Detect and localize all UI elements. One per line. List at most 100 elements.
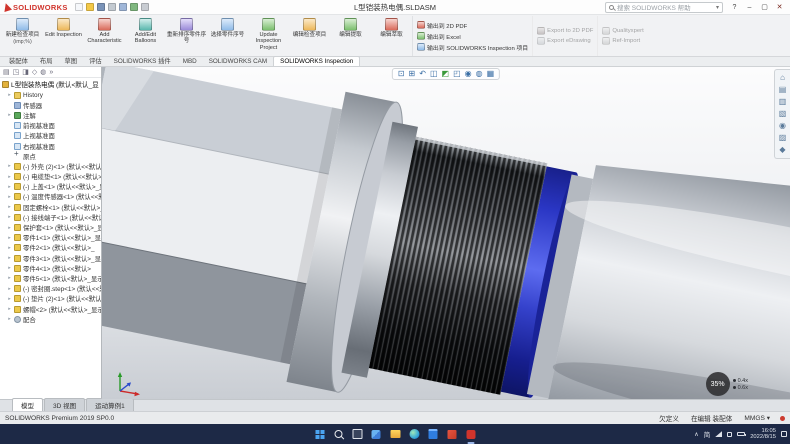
document-view-tab[interactable]: 3D 视图	[44, 398, 85, 411]
tree-item[interactable]: ▸ 保护套<1> (默认<<默认>_显示	[0, 222, 101, 232]
ribbon-export-button[interactable]: 输出到 2D PDF	[417, 21, 528, 30]
tree-item[interactable]: ▸ (-) 温度传感器<1> (默认<<默认	[0, 192, 101, 202]
design-library-icon[interactable]: ▤	[779, 86, 787, 94]
office-button[interactable]	[446, 428, 459, 441]
file-explorer-button[interactable]	[389, 428, 402, 441]
expand-arrow-icon[interactable]: ▸	[7, 235, 12, 241]
help-button[interactable]: ?	[727, 1, 742, 14]
tree-item[interactable]: ▸ 螺帽<2> (默认<<默认>_显示状	[0, 304, 101, 314]
commandmanager-tab[interactable]: 评估	[83, 55, 108, 66]
featuremanager-tab-icon[interactable]: ▤	[3, 69, 10, 76]
expand-arrow-icon[interactable]: ▸	[7, 265, 12, 271]
tree-item[interactable]: 前视基准面	[0, 121, 101, 131]
ribbon-button[interactable]: 新建检查项目 (imp;%)	[2, 16, 43, 56]
view-palette-icon[interactable]: ▧	[779, 110, 787, 118]
previous-view-icon[interactable]: ↶	[419, 70, 426, 78]
tree-item[interactable]: ▸ (-) 外壳 (2)<1> (默认<<默认>_显示状	[0, 161, 101, 171]
expand-arrow-icon[interactable]: ▸	[7, 194, 12, 200]
close-button[interactable]: ✕	[772, 1, 787, 14]
commandmanager-tab[interactable]: 装配体	[3, 55, 34, 66]
options-icon[interactable]	[141, 3, 149, 11]
notification-icon[interactable]	[781, 431, 787, 437]
commandmanager-tab[interactable]: SOLIDWORKS 插件	[108, 55, 177, 66]
maximize-button[interactable]: ▢	[757, 1, 772, 14]
thermocouple-3d-model[interactable]	[102, 67, 790, 399]
open-icon[interactable]	[86, 3, 94, 11]
configurationmanager-tab-icon[interactable]: ◨	[22, 69, 29, 76]
tree-item[interactable]: ▸ (-) 上盖<1> (默认<<默认>_显示状	[0, 182, 101, 192]
tree-item[interactable]: ▸ 零件4<1> (默认<<默认>	[0, 263, 101, 273]
ribbon-button[interactable]: Update Inspection Project	[248, 16, 289, 56]
zoom-fit-icon[interactable]: ⊡	[398, 70, 405, 78]
tree-item[interactable]: 原点	[0, 151, 101, 161]
tree-item[interactable]: 上视基准面	[0, 131, 101, 141]
assembly-root-item[interactable]: L型铠装热电偶 (默认<默认_显示状态-1>)	[0, 78, 101, 90]
tree-item[interactable]: ▸ (-) 接线端子<1> (默认<<默认>_	[0, 212, 101, 222]
battery-icon[interactable]	[737, 432, 745, 437]
network-icon[interactable]	[715, 431, 722, 437]
ribbon-button[interactable]: Add Characteristic	[84, 16, 125, 56]
file-explorer-icon[interactable]: ▥	[779, 98, 787, 106]
dimxpert-tab-icon[interactable]: ◇	[32, 69, 37, 76]
start-button[interactable]	[313, 428, 326, 441]
tree-item[interactable]: ▸ 注解	[0, 110, 101, 120]
expand-arrow-icon[interactable]: ▸	[7, 306, 12, 312]
ribbon-export-button[interactable]: 输出到 SOLIDWORKS Inspection 项目	[417, 43, 528, 52]
tree-item[interactable]: ▸ 零件5<1> (默认<默认>_显示	[0, 273, 101, 283]
widgets-button[interactable]	[370, 428, 383, 441]
volume-icon[interactable]	[727, 432, 732, 437]
expand-arrow-icon[interactable]: ▸	[7, 163, 12, 169]
custom-properties-icon[interactable]: ▨	[779, 134, 787, 142]
search-button[interactable]	[332, 428, 345, 441]
expand-arrow-icon[interactable]: ▸	[7, 286, 12, 292]
tree-item[interactable]: ▸ (-) 垫片 (2)<1> (默认<<默认>	[0, 294, 101, 304]
zoom-area-icon[interactable]: ⊞	[409, 70, 416, 78]
view-orientation-icon[interactable]: ◩	[442, 70, 450, 78]
displaymanager-tab-icon[interactable]: ◍	[40, 69, 46, 76]
expand-arrow-icon[interactable]: ▸	[7, 92, 12, 98]
tree-item[interactable]: ▸ 零件2<1> (默认<<默认>_	[0, 243, 101, 253]
ribbon-export-button[interactable]: 输出到 Excel	[417, 32, 528, 41]
expand-arrow-icon[interactable]: ▸	[7, 275, 12, 281]
hide-show-items-icon[interactable]: ◉	[465, 70, 472, 78]
store-button[interactable]	[427, 428, 440, 441]
propertymanager-tab-icon[interactable]: ◳	[13, 69, 20, 76]
expand-arrow-icon[interactable]: ▸	[7, 174, 12, 180]
graphics-viewport[interactable]: ⊡⊞↶◫◩◰◉◍▦ ⌂▤▥▧◉▨◆ 35% 0.4x0.6x	[102, 67, 790, 399]
ribbon-button[interactable]: 编辑萃取	[371, 16, 412, 56]
tree-item[interactable]: ▸ 零件1<1> (默认<<默认>_显示状态	[0, 233, 101, 243]
commandmanager-tab[interactable]: 草图	[58, 55, 83, 66]
tree-item[interactable]: ▸ (-) 电缆垫<1> (默认<<默认>_显	[0, 172, 101, 182]
new-doc-icon[interactable]	[75, 3, 83, 11]
clock[interactable]: 16:05 2022/8/15	[750, 428, 776, 441]
tree-item[interactable]: 右视基准面	[0, 141, 101, 151]
ribbon-button[interactable]: Add/Edit Balloons	[125, 16, 166, 56]
minimize-button[interactable]: –	[742, 1, 757, 14]
tree-item[interactable]: ▸ 固定螺栓<1> (默认<<默认>_显示状	[0, 202, 101, 212]
ribbon-button[interactable]: 选择零件序号	[207, 16, 248, 56]
tree-item[interactable]: ▸ 零件3<1> (默认<<默认>_显	[0, 253, 101, 263]
expand-arrow-icon[interactable]: ▸	[7, 184, 12, 190]
expand-arrow-icon[interactable]: ▸	[7, 204, 12, 210]
commandmanager-tab[interactable]: SOLIDWORKS CAM	[203, 57, 273, 66]
rebuild-icon[interactable]	[130, 3, 138, 11]
tray-expand-icon[interactable]: ∧	[694, 431, 698, 438]
expand-arrow-icon[interactable]: ▸	[7, 225, 12, 231]
expand-panel-icon[interactable]: »	[49, 69, 53, 76]
search-input[interactable]: 搜索 SOLIDWORKS 帮助 ▾	[605, 2, 723, 13]
expand-arrow-icon[interactable]: ▸	[7, 245, 12, 251]
tree-item[interactable]: ▸ History	[0, 90, 101, 100]
print-icon[interactable]	[108, 3, 116, 11]
document-view-tab[interactable]: 运动算例1	[86, 398, 134, 411]
ribbon-button[interactable]: 编辑提取	[330, 16, 371, 56]
expand-arrow-icon[interactable]: ▸	[7, 214, 12, 220]
tree-item[interactable]: 传感器	[0, 100, 101, 110]
ribbon-button[interactable]: 重新排序零件序号	[166, 16, 207, 56]
save-icon[interactable]	[97, 3, 105, 11]
commandmanager-tab[interactable]: SOLIDWORKS Inspection	[273, 56, 360, 66]
ribbon-button[interactable]: Edit Inspection	[43, 16, 84, 56]
task-view-button[interactable]	[351, 428, 364, 441]
commandmanager-tab[interactable]: 布局	[34, 55, 59, 66]
expand-arrow-icon[interactable]: ▸	[7, 296, 12, 302]
document-view-tab[interactable]: 模型	[12, 398, 43, 411]
